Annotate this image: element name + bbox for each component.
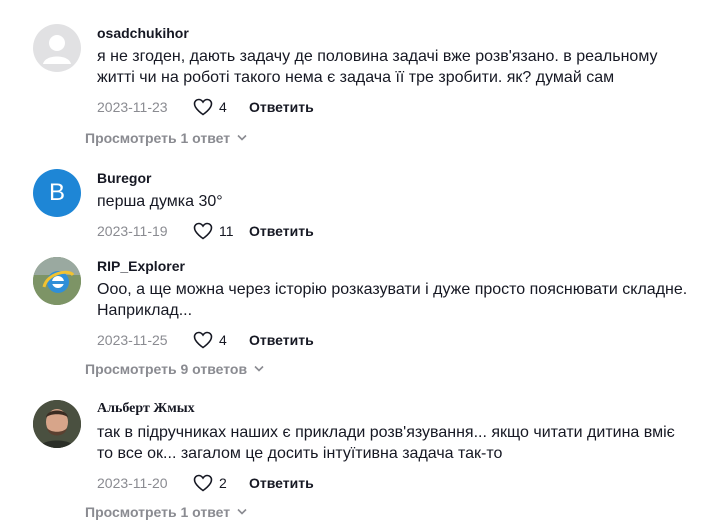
like-count: 2	[219, 475, 227, 491]
heart-outline-icon	[193, 331, 213, 349]
reply-button[interactable]: Ответить	[249, 332, 314, 348]
reply-button[interactable]: Ответить	[249, 223, 314, 239]
comment-text: перша думка 30°	[97, 193, 223, 210]
heart-outline-icon	[193, 98, 213, 116]
browser-logo-icon	[33, 257, 81, 305]
view-replies-button[interactable]: Просмотреть 1 ответ	[85, 130, 248, 146]
heart-outline-icon	[193, 222, 213, 240]
reply-button[interactable]: Ответить	[249, 475, 314, 491]
chevron-down-icon	[237, 508, 247, 515]
comment-username[interactable]: Альберт Жмых	[97, 400, 693, 418]
avatar[interactable]: B	[33, 169, 81, 217]
comment-text: так в підручниках наших є приклади розв'…	[97, 424, 675, 462]
comment-username[interactable]: osadchukihor	[97, 24, 693, 42]
comment-date: 2023-11-19	[97, 223, 168, 239]
user-photo-icon	[33, 400, 81, 448]
avatar[interactable]	[33, 257, 81, 305]
comment-date: 2023-11-25	[97, 332, 168, 348]
chevron-down-icon	[254, 365, 264, 372]
reply-button[interactable]: Ответить	[249, 99, 314, 115]
view-replies-button[interactable]: Просмотреть 9 ответов	[85, 361, 265, 377]
view-replies-button[interactable]: Просмотреть 1 ответ	[85, 504, 248, 520]
chevron-down-icon	[237, 134, 247, 141]
avatar[interactable]	[33, 400, 81, 448]
comment-username[interactable]: RIP_Explorer	[97, 257, 693, 275]
like-button[interactable]: 2	[193, 474, 249, 492]
comment-text: я не згоден, дають задачу де половина за…	[97, 48, 658, 86]
default-avatar-icon	[43, 35, 71, 64]
like-count: 11	[219, 223, 234, 239]
view-replies-label: Просмотреть 1 ответ	[85, 504, 231, 520]
chevron-down-icon[interactable]	[645, 0, 657, 4]
like-count: 4	[219, 99, 227, 115]
comment-text: Ооо, а ще можна через історію розказуват…	[97, 281, 688, 319]
avatar[interactable]	[33, 24, 81, 72]
like-button[interactable]: 4	[193, 98, 249, 116]
view-replies-label: Просмотреть 9 ответов	[85, 361, 248, 377]
avatar-letter: B	[48, 179, 65, 206]
like-count: 4	[219, 332, 227, 348]
comment-date: 2023-11-23	[97, 99, 168, 115]
comment-date: 2023-11-20	[97, 475, 168, 491]
comment-username[interactable]: Buregor	[97, 169, 693, 187]
like-button[interactable]: 11	[193, 222, 249, 240]
view-replies-label: Просмотреть 1 ответ	[85, 130, 231, 146]
like-button[interactable]: 4	[193, 331, 249, 349]
heart-outline-icon	[193, 474, 213, 492]
